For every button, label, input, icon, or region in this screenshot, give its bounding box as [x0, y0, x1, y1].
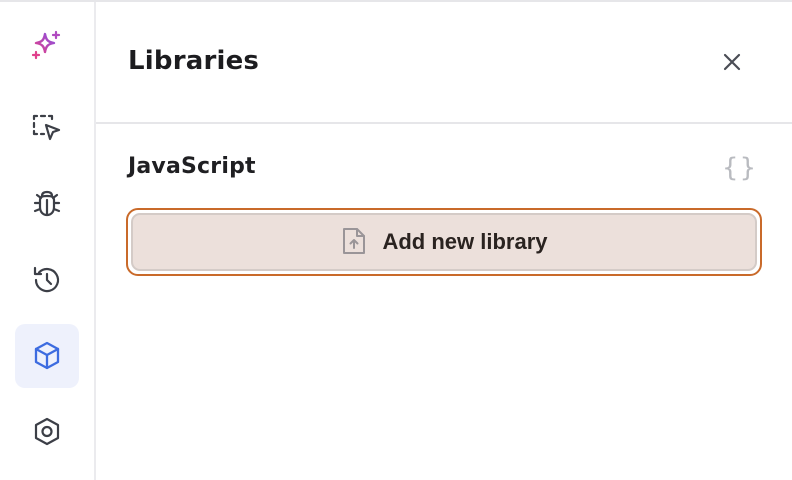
- libraries-panel: Libraries JavaScript {} Add new library: [96, 2, 792, 480]
- panel-title: Libraries: [128, 46, 260, 76]
- selection-cursor-icon: [30, 111, 64, 145]
- bug-icon: [30, 187, 64, 221]
- close-button[interactable]: [716, 48, 748, 80]
- braces-icon[interactable]: {}: [720, 150, 760, 186]
- hexagon-settings-icon: [30, 415, 64, 449]
- rail-item-history[interactable]: [15, 248, 79, 312]
- rail-item-libraries[interactable]: [15, 324, 79, 388]
- rail-item-ai[interactable]: [15, 14, 79, 78]
- close-icon: [720, 50, 744, 78]
- add-button-body: Add new library: [131, 213, 757, 271]
- rail-item-debug[interactable]: [15, 172, 79, 236]
- left-sidebar: [0, 2, 96, 480]
- section-title-javascript: JavaScript: [128, 154, 256, 179]
- rail-item-select[interactable]: [15, 96, 79, 160]
- cube-icon: [30, 339, 64, 373]
- sparkle-icon: [30, 29, 64, 63]
- file-upload-icon: [340, 225, 368, 260]
- add-button-label: Add new library: [382, 229, 548, 254]
- history-icon: [30, 263, 64, 297]
- panel-header: Libraries: [96, 2, 792, 124]
- app-window: Libraries JavaScript {} Add new library: [0, 0, 792, 480]
- add-new-library-button[interactable]: Add new library: [126, 208, 762, 276]
- rail-item-settings[interactable]: [15, 400, 79, 464]
